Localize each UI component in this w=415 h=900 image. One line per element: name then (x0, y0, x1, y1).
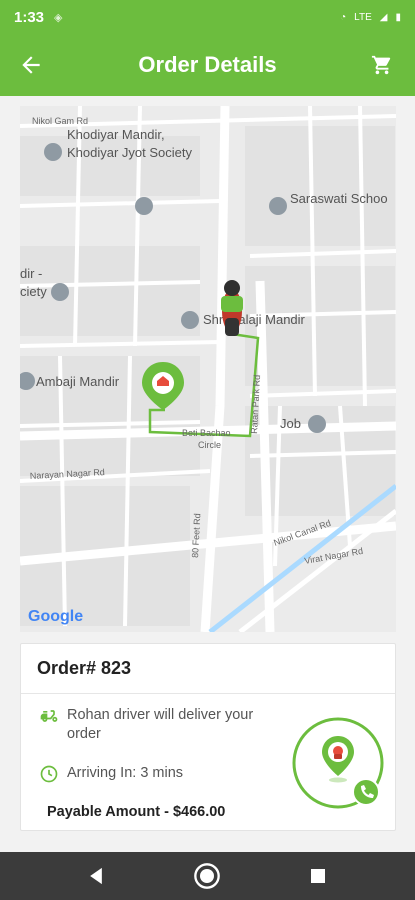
driver-text: Rohan driver will deliver your order (67, 707, 254, 742)
status-time: 1:33 (14, 8, 45, 26)
arriving-text: Arriving In: 3 mins (67, 765, 184, 781)
order-card: Order# 823 Rohan driver will deliver you… (20, 643, 396, 831)
track-order-button[interactable] (291, 716, 385, 810)
map-label-job: Job (280, 416, 301, 431)
system-nav-bar (0, 852, 415, 900)
map-label-ambaji: Ambaji Mandir (36, 374, 120, 389)
lte-label: LTE (354, 11, 372, 23)
delivery-map[interactable]: Khodiyar Mandir, Khodiyar Jyot Society S… (20, 106, 396, 632)
page-title: Order Details (138, 52, 277, 77)
status-bar: 1:33 ◈ ◔ LTE ◢ ▮ (0, 0, 415, 34)
nav-home-icon[interactable] (193, 862, 221, 890)
wifi-icon: ◔ (340, 11, 347, 23)
map-label-dir: dir - (20, 266, 42, 281)
map-label-khodiyar-1: Khodiyar Mandir, (67, 127, 165, 142)
arrow-left-icon[interactable] (18, 52, 44, 78)
nav-recents-icon[interactable] (304, 862, 332, 890)
order-title: Order# 823 (21, 644, 395, 694)
map-label-ciety: ciety (20, 284, 47, 299)
map-label-balaji: Shri Balaji Mandir (203, 312, 306, 327)
map-label-beti-2: Circle (198, 440, 221, 450)
clock-icon (40, 765, 58, 783)
arrival-info: Arriving In: 3 mins (39, 764, 183, 784)
signal-icon: ◢ (379, 11, 388, 23)
app-bar: Order Details (0, 34, 415, 96)
payable-amount: Payable Amount - $466.00 (47, 804, 226, 820)
battery-icon: ▮ (395, 11, 401, 23)
nav-back-icon[interactable] (82, 862, 110, 890)
map-label-beti-1: Beti Bachao (182, 428, 231, 438)
map-label-khodiyar-2: Khodiyar Jyot Society (67, 145, 193, 160)
google-logo: Google (28, 608, 83, 625)
driver-info: Rohan driver will deliver your order (39, 706, 279, 744)
map-label-saraswati: Saraswati Schoo (290, 191, 388, 206)
notification-icon: ◈ (54, 11, 63, 24)
cart-icon[interactable] (371, 54, 393, 76)
status-icons: ◔ LTE ◢ ▮ (340, 12, 401, 23)
map-label-nikol-gam: Nikol Gam Rd (32, 116, 88, 126)
scooter-icon (40, 710, 58, 722)
